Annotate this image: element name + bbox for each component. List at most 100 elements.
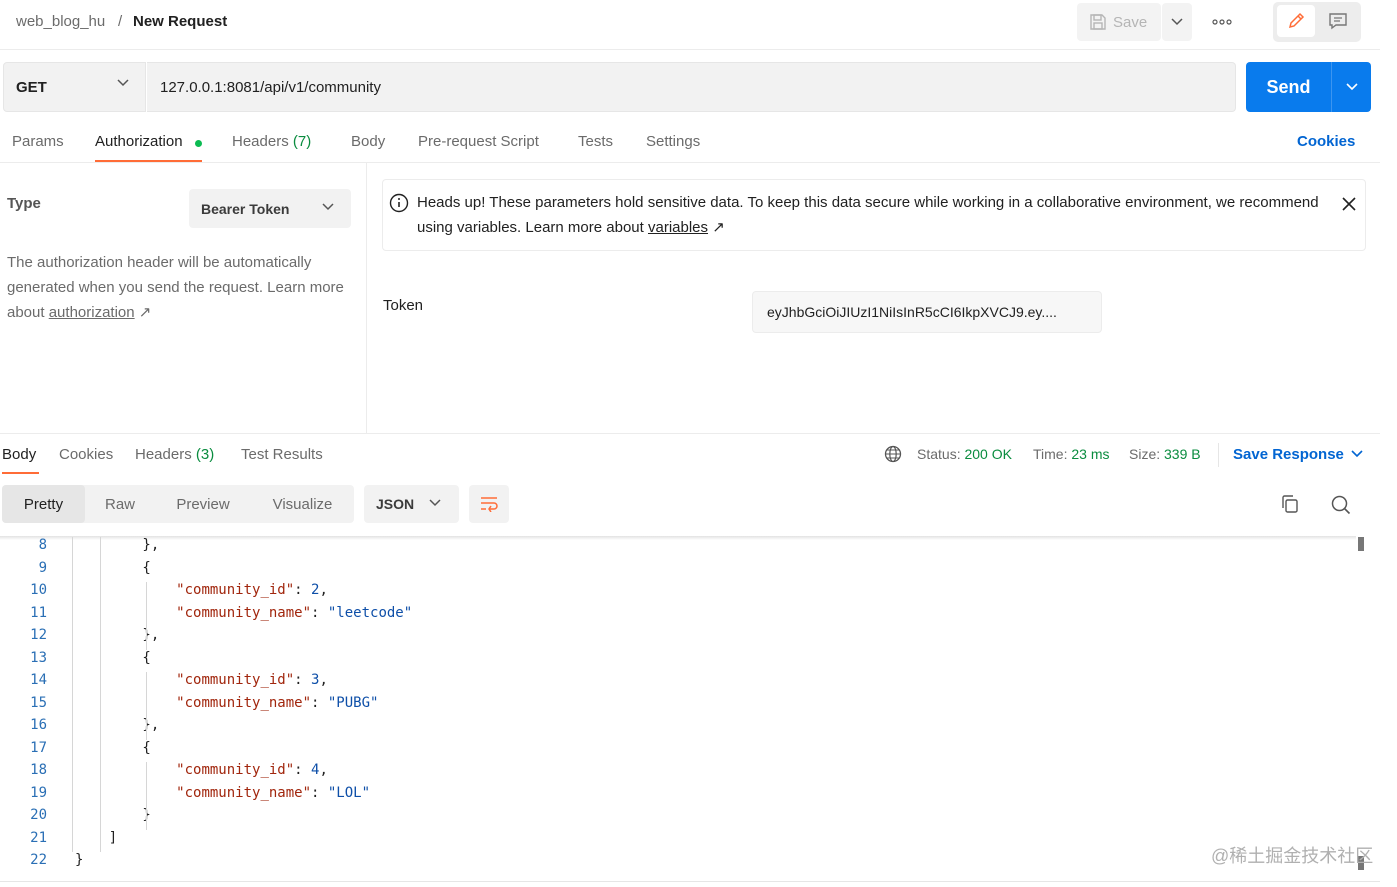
auth-description: The authorization header will be automat…: [7, 250, 352, 325]
edit-mode-button[interactable]: [1277, 5, 1315, 37]
close-icon[interactable]: [1340, 195, 1358, 213]
json-key: "community_name": [176, 784, 312, 801]
page-title[interactable]: New Request: [133, 13, 227, 30]
size-value: 339 B: [1164, 446, 1201, 462]
search-icon[interactable]: [1330, 494, 1352, 516]
line-number: 10: [30, 582, 47, 598]
indent-guide: [146, 672, 147, 740]
code-line: ]: [75, 829, 118, 846]
pane-divider[interactable]: [0, 433, 1380, 434]
tab-body[interactable]: Body: [351, 133, 385, 150]
external-link-icon: ↗: [712, 219, 725, 236]
pencil-icon: [1288, 12, 1305, 29]
response-status[interactable]: Status: 200 OK: [917, 446, 1012, 462]
save-button-label: Save: [1113, 13, 1148, 31]
json-key: "community_name": [176, 604, 312, 621]
line-number: 14: [30, 672, 47, 688]
view-raw[interactable]: Raw: [85, 485, 155, 523]
variables-link[interactable]: variables: [648, 219, 708, 236]
view-preview[interactable]: Preview: [155, 485, 251, 523]
tab-test-results[interactable]: Test Results: [241, 446, 323, 463]
url-input[interactable]: 127.0.0.1:8081/api/v1/community: [147, 62, 1236, 112]
code-line: {: [75, 739, 151, 756]
indent-guide: [72, 537, 73, 852]
more-options-button[interactable]: [1206, 10, 1238, 34]
wrap-lines-button[interactable]: [469, 485, 509, 523]
line-number: 19: [30, 784, 47, 801]
tab-authorization[interactable]: Authorization: [95, 133, 183, 150]
response-size[interactable]: Size: 339 B: [1129, 446, 1201, 462]
tab-headers-label: Headers: [232, 133, 289, 150]
token-input[interactable]: eyJhbGciOiJIUzI1NiIsInR5cCI6IkpXVCJ9.ey.…: [752, 291, 1102, 333]
code-line: }: [75, 852, 84, 868]
token-value: eyJhbGciOiJIUzI1NiIsInR5cCI6IkpXVCJ9.ey.…: [767, 304, 1057, 320]
tab-response-headers[interactable]: Headers (3): [135, 446, 214, 463]
format-select[interactable]: JSON: [364, 485, 459, 523]
divider: [0, 881, 1380, 882]
json-value: 2: [311, 582, 320, 598]
tab-response-body[interactable]: Body: [2, 446, 36, 463]
cookies-link[interactable]: Cookies: [1297, 133, 1355, 150]
globe-icon[interactable]: [884, 445, 902, 463]
response-time[interactable]: Time: 23 ms: [1033, 446, 1110, 462]
save-button[interactable]: Save: [1077, 3, 1161, 41]
auth-type-label: Type: [7, 195, 41, 212]
send-button[interactable]: Send: [1246, 62, 1331, 112]
copy-icon[interactable]: [1280, 494, 1300, 514]
warning-message: Heads up! These parameters hold sensitiv…: [417, 194, 1319, 236]
json-value: 4: [311, 762, 320, 778]
chevron-down-icon: [322, 203, 334, 211]
breadcrumb-workspace[interactable]: web_blog_hu: [16, 13, 105, 30]
line-number: 12: [30, 627, 47, 643]
auth-status-dot: [195, 140, 202, 147]
json-value: 3: [311, 672, 320, 688]
save-options-button[interactable]: [1162, 3, 1192, 41]
line-number: 21: [30, 829, 47, 846]
json-key: "community_id": [176, 582, 295, 598]
line-number: 15: [30, 694, 47, 711]
tab-pre-request-script[interactable]: Pre-request Script: [418, 133, 539, 150]
warning-text: Heads up! These parameters hold sensitiv…: [417, 190, 1322, 240]
line-number: 16: [30, 717, 47, 733]
size-label: Size:: [1129, 446, 1161, 462]
tab-response-headers-count: (3): [195, 446, 215, 463]
code-line: }: [75, 807, 151, 823]
save-response-button[interactable]: Save Response: [1233, 446, 1344, 463]
tab-response-cookies[interactable]: Cookies: [59, 446, 113, 463]
scrollbar-thumb[interactable]: [1358, 537, 1364, 551]
code-line: "community_name": "PUBG": [176, 694, 379, 711]
tab-tests[interactable]: Tests: [578, 133, 613, 150]
send-options-button[interactable]: [1331, 62, 1371, 112]
line-number: 11: [30, 604, 47, 621]
tab-params[interactable]: Params: [12, 133, 64, 150]
tab-settings[interactable]: Settings: [646, 133, 700, 150]
line-number: 8: [38, 537, 47, 553]
active-tab-indicator: [2, 472, 39, 474]
json-value: "PUBG": [327, 694, 379, 711]
indent-guide: [100, 537, 101, 852]
divider: [1218, 443, 1219, 467]
authorization-link[interactable]: authorization: [49, 304, 135, 321]
view-visualize[interactable]: Visualize: [251, 485, 354, 523]
code-line: "community_name": "LOL": [176, 784, 371, 801]
chevron-down-icon: [1171, 18, 1183, 26]
response-body-viewer[interactable]: 8 }, 9 {10 "community_id": 2, 11 "communit…: [0, 537, 1370, 882]
comment-mode-button[interactable]: [1319, 5, 1357, 37]
method-value: GET: [16, 78, 47, 96]
indent-guide: [146, 582, 147, 650]
comment-icon: [1329, 13, 1347, 30]
method-select[interactable]: GET: [3, 62, 146, 112]
watermark: @稀土掘金技术社区: [1211, 846, 1374, 866]
line-number: 22: [30, 852, 47, 868]
view-pretty[interactable]: Pretty: [2, 485, 85, 523]
code-line: },: [75, 537, 160, 553]
json-value: "LOL": [327, 784, 371, 801]
code-line: "community_name": "leetcode": [176, 604, 413, 621]
info-icon: [389, 193, 409, 213]
chevron-down-icon: [117, 79, 129, 87]
indent-guide: [146, 762, 147, 830]
tab-response-headers-label: Headers: [135, 446, 192, 463]
tab-headers[interactable]: Headers (7): [232, 133, 311, 150]
external-link-icon: ↗: [138, 304, 152, 321]
json-key: "community_id": [176, 672, 295, 688]
